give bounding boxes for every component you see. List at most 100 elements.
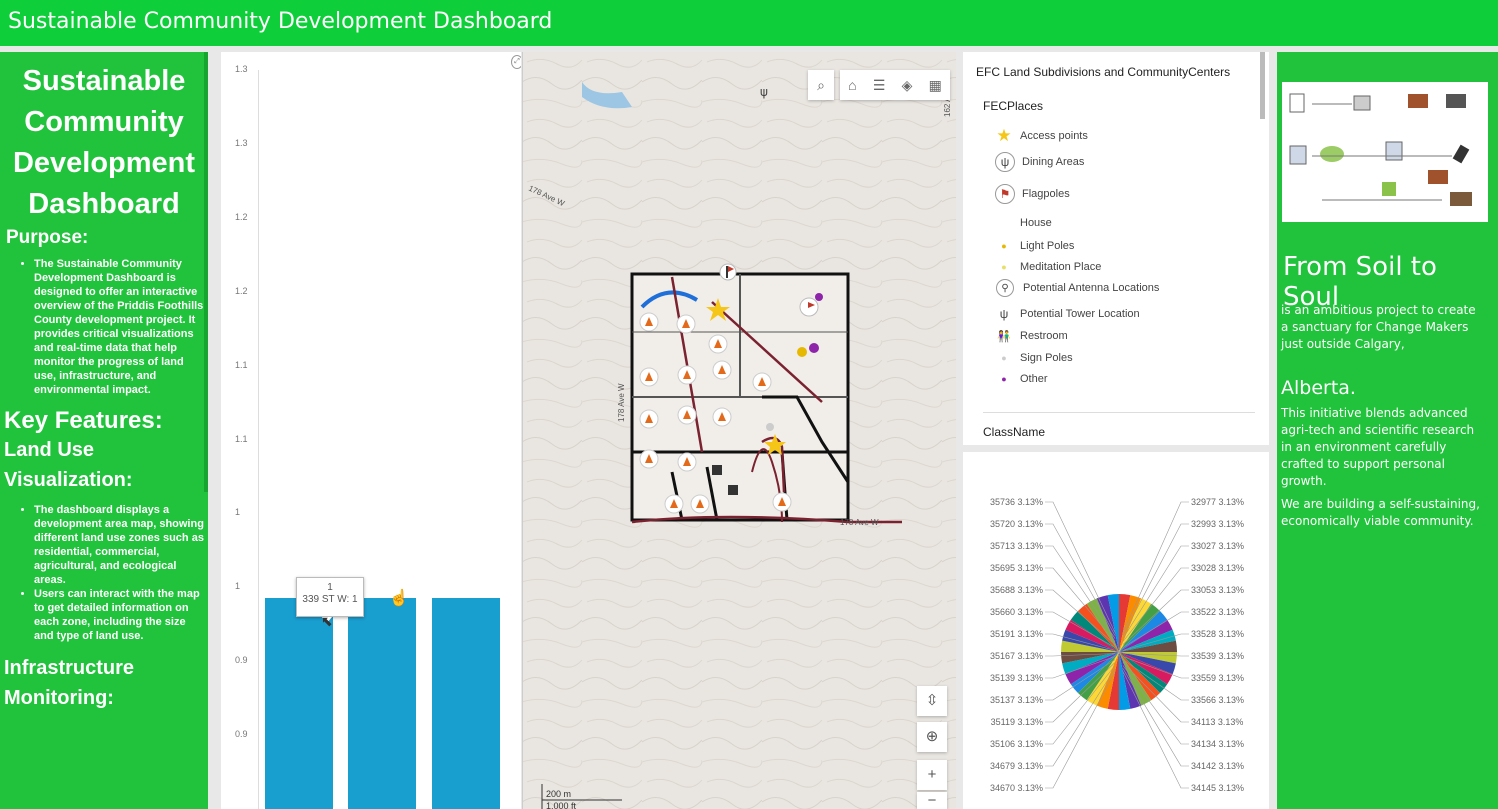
pie-label: 35191 3.13% xyxy=(990,629,1043,639)
home-icon[interactable]: ⌂ xyxy=(848,70,856,100)
legend-item: ● Light Poles xyxy=(993,235,1074,257)
y-tick-label: 1.1 xyxy=(235,359,248,370)
pie-label: 34145 3.13% xyxy=(1191,783,1244,793)
pie-label: 33053 3.13% xyxy=(1191,585,1244,595)
legend-divider xyxy=(983,412,1255,413)
alberta-text: Alberta. xyxy=(1281,377,1356,399)
list-item: The dashboard displays a development are… xyxy=(34,503,204,587)
legend-item: ⚑ Flagpoles xyxy=(993,184,1070,204)
pie-label: 35119 3.13% xyxy=(991,717,1043,727)
layers-icon[interactable]: ◈ xyxy=(902,70,913,100)
cursor-arrow-icon: ⬉ xyxy=(321,613,333,629)
map-view[interactable]: ψ 178 Ave W 178 Ave W 162 Ave W 178 Ave … xyxy=(522,52,956,809)
y-tick-label: 1.3 xyxy=(235,64,248,74)
legend-item: ψ Dining Areas xyxy=(993,152,1084,172)
land-use-heading: Land Use Visualization: xyxy=(4,439,133,491)
agritech-diagram-image xyxy=(1282,82,1488,222)
road-label: 178 Ave W xyxy=(617,383,626,422)
legend-title: EFC Land Subdivisions and CommunityCente… xyxy=(976,65,1231,79)
scale-bar-metric: 200 m xyxy=(546,789,571,799)
legend-item: ⚲ Potential Antenna Locations xyxy=(993,279,1159,297)
zoom-in-icon[interactable]: + xyxy=(917,760,947,790)
search-icon[interactable]: ⌕ xyxy=(808,70,834,100)
map-canvas[interactable]: ψ 178 Ave W 178 Ave W 162 Ave W 178 Ave … xyxy=(522,52,956,809)
key-features-heading: Key Features: xyxy=(4,407,163,434)
legend-item: ● Meditation Place xyxy=(993,256,1101,278)
pie-label: 35139 3.13% xyxy=(990,673,1043,683)
pie-label: 33566 3.13% xyxy=(1191,695,1244,705)
legend-scrollbar[interactable] xyxy=(1260,52,1265,119)
infrastructure-heading: Infrastructure Monitoring: xyxy=(4,657,135,709)
app-title-bar: Sustainable Community Development Dashbo… xyxy=(0,0,1498,46)
purpose-heading: Purpose: xyxy=(6,227,89,248)
y-tick-label: 1 xyxy=(235,507,241,518)
pie-label: 35688 3.13% xyxy=(990,585,1043,595)
pie-chart-panel[interactable]: 35736 3.13% 35720 3.13% 35713 3.13% 35695 3… xyxy=(963,452,1269,809)
flag-icon: ⚑ xyxy=(995,184,1015,204)
pie-label: 35660 3.13% xyxy=(990,607,1043,617)
legend-item: ● Other xyxy=(993,368,1047,390)
list-icon[interactable]: ☰ xyxy=(873,70,886,100)
y-tick-label: 1.1 xyxy=(235,433,248,444)
sign-pole-dot-icon: ● xyxy=(1001,353,1007,363)
pie-label: 32977 3.13% xyxy=(1191,497,1244,507)
bar[interactable] xyxy=(432,597,500,809)
bar-tooltip: 1 339 ST W: 1 xyxy=(296,577,364,617)
meditation-dot-icon: ● xyxy=(1001,262,1007,272)
legend-item: ● Sign Poles xyxy=(993,347,1072,369)
legend-classname-heading: ClassName xyxy=(983,425,1046,439)
left-info-panel[interactable]: Sustainable Community Development Dashbo… xyxy=(0,52,208,809)
pie-label: 33522 3.13% xyxy=(1191,607,1244,617)
legend-panel[interactable]: EFC Land Subdivisions and CommunityCente… xyxy=(963,52,1269,445)
tooltip-label: 339 ST W: 1 xyxy=(302,594,358,605)
pie-label: 35736 3.13% xyxy=(990,497,1043,507)
bar-chart-panel[interactable]: 1.3 1.3 1.2 1.2 1.1 1.1 1 1 0.9 0.9 ⤢ xyxy=(221,52,521,809)
list-item: Users can interact with the map to get d… xyxy=(34,587,204,643)
y-tick-label: 0.9 xyxy=(235,729,248,740)
pie-label: 34142 3.13% xyxy=(1191,761,1244,771)
pie-label: 34113 3.13% xyxy=(1191,717,1243,727)
land-use-list: The dashboard displays a development are… xyxy=(0,503,204,643)
qr-icon[interactable]: ▦ xyxy=(929,70,942,100)
pie-label: 33028 3.13% xyxy=(1191,563,1244,573)
other-dot-icon: ● xyxy=(1001,374,1007,384)
purpose-text: The Sustainable Community Development Da… xyxy=(34,257,204,397)
pie-label: 34134 3.13% xyxy=(1191,739,1244,749)
svg-text:ψ: ψ xyxy=(760,85,768,99)
pie-chart[interactable]: 35736 3.13% 35720 3.13% 35713 3.13% 35695 3… xyxy=(963,452,1269,809)
intro-text: is an ambitious project to create a sanc… xyxy=(1281,303,1476,351)
bar[interactable] xyxy=(348,597,416,809)
pie-label: 35167 3.13% xyxy=(990,651,1043,661)
antenna-icon: ⚲ xyxy=(996,279,1014,297)
map-toolbar[interactable]: ⌂ ☰ ◈ ▦ xyxy=(840,70,950,100)
y-tick-label: 1.2 xyxy=(235,211,248,222)
locate-icon[interactable]: ⊕ xyxy=(917,722,947,752)
tower-icon: ψ xyxy=(999,307,1009,321)
y-tick-label: 1.3 xyxy=(235,137,248,148)
legend-item: ψ Potential Tower Location xyxy=(993,303,1140,325)
pie-label: 34679 3.13% xyxy=(990,761,1043,771)
y-tick-label: 1.2 xyxy=(235,285,248,296)
light-pole-dot-icon: ● xyxy=(1001,241,1007,251)
pie-label: 33027 3.13% xyxy=(1191,541,1244,551)
pie-label: 35720 3.13% xyxy=(990,519,1043,529)
star-icon: ★ xyxy=(996,126,1012,145)
restroom-icon: 👫 xyxy=(997,330,1011,343)
pie-label: 35713 3.13% xyxy=(990,541,1043,551)
community-text: We are building a self-sustaining, econo… xyxy=(1281,497,1480,528)
initiative-text: This initiative blends advanced agri-tec… xyxy=(1281,406,1475,488)
compass-icon[interactable]: ⇳ xyxy=(917,686,947,716)
legend-layer-name: FECPlaces xyxy=(983,99,1044,113)
fork-knife-icon: ψ xyxy=(995,152,1015,172)
expand-icon[interactable]: ⤢ xyxy=(511,55,521,69)
pie-label: 35106 3.13% xyxy=(990,739,1043,749)
hand-cursor-icon: ☝ xyxy=(389,590,409,607)
left-panel-scrollbar[interactable] xyxy=(204,52,208,492)
y-tick-label: 1 xyxy=(235,581,241,592)
legend-item: ★ Access points xyxy=(993,125,1088,147)
zoom-out-icon[interactable]: − xyxy=(917,792,947,809)
pie-label: 33559 3.13% xyxy=(1191,673,1244,683)
tooltip-value: 1 xyxy=(327,582,333,593)
right-info-panel: From Soil to Soul is an ambitious projec… xyxy=(1277,52,1498,809)
y-axis-line xyxy=(258,70,259,809)
